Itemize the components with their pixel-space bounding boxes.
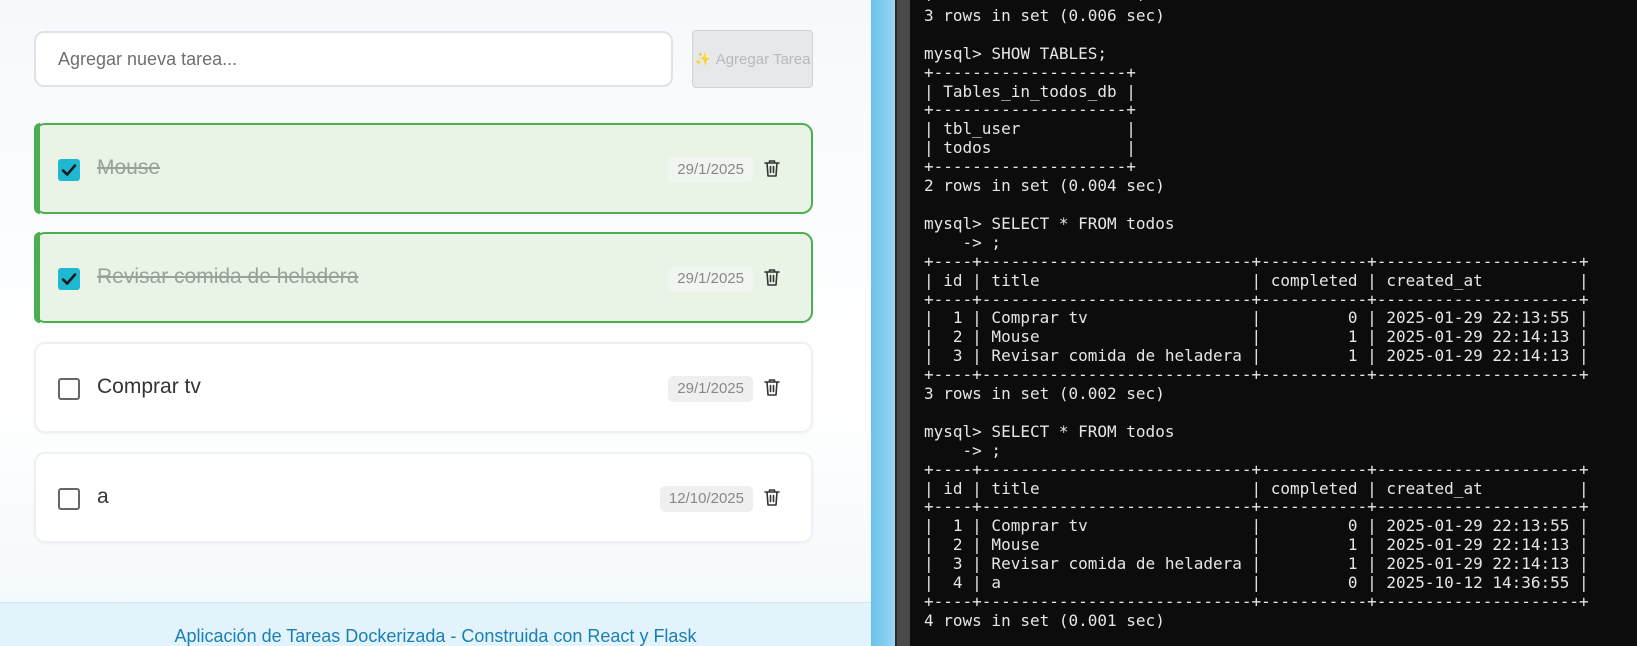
new-task-input[interactable]	[34, 31, 673, 87]
check-icon	[61, 164, 77, 176]
window-divider	[871, 0, 895, 646]
check-icon	[61, 273, 77, 285]
task-date: 29/1/2025	[668, 266, 753, 292]
task-item: a 12/10/2025	[34, 452, 813, 543]
task-item: Comprar tv 29/1/2025	[34, 342, 813, 433]
task-checkbox[interactable]	[58, 378, 80, 400]
task-date: 29/1/2025	[668, 376, 753, 402]
sparkles-icon: ✨	[694, 51, 711, 66]
task-date: 12/10/2025	[659, 486, 753, 512]
task-item: Mouse 29/1/2025	[34, 123, 813, 214]
task-title: Revisar comida de heladera	[97, 265, 359, 288]
trash-icon[interactable]	[763, 158, 781, 178]
terminal-window[interactable]: +---------------------+ 3 rows in set (0…	[910, 0, 1637, 646]
todo-app: ✨ Agregar Tarea Mouse 29/1/2025 Revisar …	[0, 0, 871, 646]
trash-icon[interactable]	[763, 487, 781, 507]
task-title: a	[97, 485, 109, 508]
task-checkbox[interactable]	[58, 159, 80, 181]
terminal-output: +---------------------+ 3 rows in set (0…	[924, 0, 1589, 630]
task-checkbox[interactable]	[58, 488, 80, 510]
task-title: Mouse	[97, 156, 161, 179]
footer: Aplicación de Tareas Dockerizada - Const…	[0, 602, 871, 646]
task-title: Comprar tv	[97, 375, 201, 398]
trash-icon[interactable]	[763, 377, 781, 397]
add-task-button[interactable]: ✨ Agregar Tarea	[692, 30, 813, 88]
add-task-label: Agregar Tarea	[715, 50, 811, 68]
task-item: Revisar comida de heladera 29/1/2025	[34, 232, 813, 323]
footer-text: Aplicación de Tareas Dockerizada - Const…	[174, 626, 697, 646]
task-date: 29/1/2025	[668, 157, 753, 183]
task-checkbox[interactable]	[58, 268, 80, 290]
trash-icon[interactable]	[763, 267, 781, 287]
